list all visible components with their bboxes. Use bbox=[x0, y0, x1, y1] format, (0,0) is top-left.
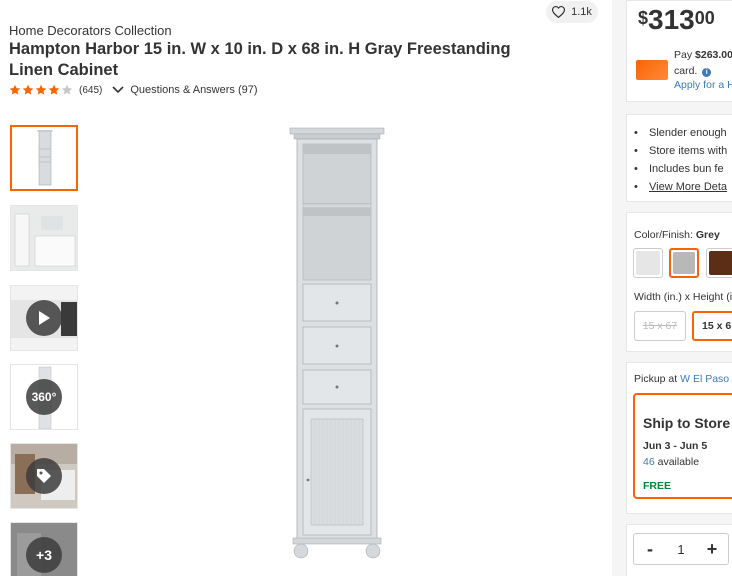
swatch-white[interactable] bbox=[633, 248, 663, 278]
decrease-quantity-button[interactable]: - bbox=[634, 534, 666, 564]
questions-answers-link[interactable]: Questions & Answers (97) bbox=[112, 84, 258, 96]
chevron-down-icon bbox=[112, 86, 124, 94]
thumbnail-sale-tag[interactable] bbox=[10, 443, 78, 509]
shipping-cost: FREE bbox=[643, 480, 672, 492]
quantity-stepper: - 1 + bbox=[633, 533, 729, 565]
cabinet-thumbnail-image bbox=[12, 127, 76, 189]
thumbnail-video[interactable] bbox=[10, 285, 78, 351]
star-icon bbox=[9, 84, 21, 95]
price-dollars: 313 bbox=[648, 4, 695, 35]
pay-suffix: card. bbox=[674, 65, 698, 77]
delivery-date: Jun 3 - Jun 5 bbox=[643, 440, 708, 452]
favorite-button[interactable]: 1.1k bbox=[546, 1, 598, 23]
availability: 46 available bbox=[643, 456, 700, 468]
finish-value: Grey bbox=[695, 229, 720, 241]
size-option-unavailable[interactable]: 15 x 67 bbox=[634, 311, 686, 341]
price: $ 313 00 bbox=[638, 4, 715, 36]
brand-link[interactable]: Home Decorators Collection bbox=[9, 23, 172, 38]
ship-to-store-title: Ship to Store bbox=[643, 415, 731, 431]
view-more-details-link[interactable]: View More Deta bbox=[634, 178, 727, 196]
highlight-item: Slender enough bbox=[634, 124, 727, 142]
price-symbol: $ bbox=[638, 8, 649, 28]
pickup-location: Pickup at W El Paso bbox=[634, 373, 730, 385]
favorite-count: 1.1k bbox=[571, 6, 592, 18]
highlights-list: Slender enough Store items with Includes… bbox=[634, 124, 727, 196]
star-icon bbox=[22, 84, 34, 95]
star-rating[interactable] bbox=[9, 84, 73, 96]
size-label: Width (in.) x Height (in bbox=[634, 291, 732, 303]
thumbnail-room-view[interactable] bbox=[10, 205, 78, 271]
price-cents: 00 bbox=[694, 8, 715, 28]
review-count[interactable]: (645) bbox=[79, 85, 102, 96]
card-offer: Pay $263.00 card. i bbox=[674, 47, 732, 79]
highlight-item: Store items with bbox=[634, 142, 727, 160]
increase-quantity-button[interactable]: + bbox=[696, 534, 728, 564]
product-main-image[interactable] bbox=[260, 118, 410, 576]
product-title: Hampton Harbor 15 in. W x 10 in. D x 68 … bbox=[9, 40, 511, 79]
thumbnail-more[interactable]: +3 bbox=[10, 522, 78, 576]
rotate-360-icon: 360° bbox=[26, 379, 62, 415]
star-icon bbox=[35, 84, 47, 95]
star-icon bbox=[48, 84, 60, 95]
info-icon[interactable]: i bbox=[702, 68, 712, 77]
tag-icon bbox=[26, 458, 62, 494]
quantity-input[interactable]: 1 bbox=[677, 542, 684, 557]
available-count: 46 bbox=[643, 456, 655, 468]
size-option-selected[interactable]: 15 x 6 bbox=[692, 311, 732, 341]
qa-label: Questions & Answers (97) bbox=[130, 84, 258, 96]
apply-card-link[interactable]: Apply for a H bbox=[674, 79, 732, 91]
pay-prefix: Pay bbox=[674, 49, 693, 61]
credit-card-icon bbox=[636, 60, 668, 80]
store-location-link[interactable]: W El Paso bbox=[680, 373, 729, 385]
heart-icon bbox=[552, 6, 566, 18]
thumbnail-main-view[interactable] bbox=[10, 125, 78, 191]
product-page: Home Decorators Collection Hampton Harbo… bbox=[0, 0, 732, 576]
ship-to-store-option[interactable]: Ship to Store Jun 3 - Jun 5 46 available… bbox=[633, 393, 732, 499]
room-thumbnail-image bbox=[11, 206, 77, 270]
swatch-grey[interactable] bbox=[669, 248, 699, 278]
pay-amount: $263.00 bbox=[695, 49, 732, 61]
finish-label: Color/Finish: Grey bbox=[634, 229, 720, 241]
more-images-badge: +3 bbox=[26, 537, 62, 573]
swatch-brown[interactable] bbox=[706, 248, 732, 278]
play-icon bbox=[26, 300, 62, 336]
rating-row: (645) Questions & Answers (97) bbox=[9, 84, 258, 96]
thumbnail-spin-360[interactable]: 360° bbox=[10, 364, 78, 430]
highlight-item: Includes bun fe bbox=[634, 160, 727, 178]
star-icon bbox=[61, 84, 73, 95]
